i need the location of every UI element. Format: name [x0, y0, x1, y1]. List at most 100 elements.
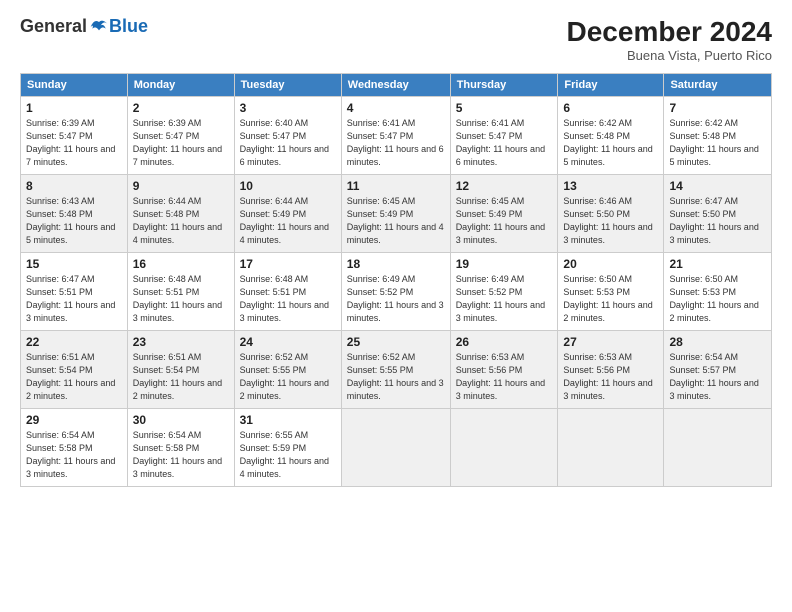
table-cell: 27 Sunrise: 6:53 AMSunset: 5:56 PMDaylig… — [558, 331, 664, 409]
table-cell: 21 Sunrise: 6:50 AMSunset: 5:53 PMDaylig… — [664, 253, 772, 331]
table-cell: 26 Sunrise: 6:53 AMSunset: 5:56 PMDaylig… — [450, 331, 558, 409]
day-number: 22 — [26, 335, 122, 349]
day-info: Sunrise: 6:40 AMSunset: 5:47 PMDaylight:… — [240, 118, 329, 167]
day-number: 19 — [456, 257, 553, 271]
day-info: Sunrise: 6:51 AMSunset: 5:54 PMDaylight:… — [133, 352, 222, 401]
day-number: 5 — [456, 101, 553, 115]
day-number: 7 — [669, 101, 766, 115]
day-info: Sunrise: 6:52 AMSunset: 5:55 PMDaylight:… — [240, 352, 329, 401]
col-sunday: Sunday — [21, 74, 128, 97]
table-cell: 11 Sunrise: 6:45 AMSunset: 5:49 PMDaylig… — [341, 175, 450, 253]
day-info: Sunrise: 6:41 AMSunset: 5:47 PMDaylight:… — [456, 118, 545, 167]
col-thursday: Thursday — [450, 74, 558, 97]
header: General Blue December 2024 Buena Vista, … — [20, 16, 772, 63]
day-number: 16 — [133, 257, 229, 271]
day-number: 26 — [456, 335, 553, 349]
table-row: 22 Sunrise: 6:51 AMSunset: 5:54 PMDaylig… — [21, 331, 772, 409]
month-title: December 2024 — [567, 16, 772, 48]
col-wednesday: Wednesday — [341, 74, 450, 97]
page: General Blue December 2024 Buena Vista, … — [0, 0, 792, 612]
location: Buena Vista, Puerto Rico — [567, 48, 772, 63]
day-number: 18 — [347, 257, 445, 271]
table-cell: 29 Sunrise: 6:54 AMSunset: 5:58 PMDaylig… — [21, 409, 128, 487]
calendar-table: Sunday Monday Tuesday Wednesday Thursday… — [20, 73, 772, 487]
table-row: 8 Sunrise: 6:43 AMSunset: 5:48 PMDayligh… — [21, 175, 772, 253]
table-cell: 9 Sunrise: 6:44 AMSunset: 5:48 PMDayligh… — [127, 175, 234, 253]
col-friday: Friday — [558, 74, 664, 97]
day-info: Sunrise: 6:45 AMSunset: 5:49 PMDaylight:… — [347, 196, 444, 245]
table-row: 29 Sunrise: 6:54 AMSunset: 5:58 PMDaylig… — [21, 409, 772, 487]
table-cell: 14 Sunrise: 6:47 AMSunset: 5:50 PMDaylig… — [664, 175, 772, 253]
day-number: 1 — [26, 101, 122, 115]
table-cell — [341, 409, 450, 487]
day-info: Sunrise: 6:47 AMSunset: 5:51 PMDaylight:… — [26, 274, 115, 323]
day-info: Sunrise: 6:42 AMSunset: 5:48 PMDaylight:… — [669, 118, 758, 167]
day-number: 15 — [26, 257, 122, 271]
col-saturday: Saturday — [664, 74, 772, 97]
day-number: 27 — [563, 335, 658, 349]
table-cell: 3 Sunrise: 6:40 AMSunset: 5:47 PMDayligh… — [234, 97, 341, 175]
day-number: 23 — [133, 335, 229, 349]
day-info: Sunrise: 6:50 AMSunset: 5:53 PMDaylight:… — [669, 274, 758, 323]
table-cell: 17 Sunrise: 6:48 AMSunset: 5:51 PMDaylig… — [234, 253, 341, 331]
table-cell: 22 Sunrise: 6:51 AMSunset: 5:54 PMDaylig… — [21, 331, 128, 409]
table-row: 15 Sunrise: 6:47 AMSunset: 5:51 PMDaylig… — [21, 253, 772, 331]
day-info: Sunrise: 6:55 AMSunset: 5:59 PMDaylight:… — [240, 430, 329, 479]
day-info: Sunrise: 6:51 AMSunset: 5:54 PMDaylight:… — [26, 352, 115, 401]
day-info: Sunrise: 6:46 AMSunset: 5:50 PMDaylight:… — [563, 196, 652, 245]
day-number: 12 — [456, 179, 553, 193]
day-info: Sunrise: 6:45 AMSunset: 5:49 PMDaylight:… — [456, 196, 545, 245]
day-number: 25 — [347, 335, 445, 349]
logo: General Blue — [20, 16, 148, 37]
logo-icon — [89, 17, 109, 37]
day-info: Sunrise: 6:49 AMSunset: 5:52 PMDaylight:… — [456, 274, 545, 323]
day-number: 9 — [133, 179, 229, 193]
title-block: December 2024 Buena Vista, Puerto Rico — [567, 16, 772, 63]
table-cell: 31 Sunrise: 6:55 AMSunset: 5:59 PMDaylig… — [234, 409, 341, 487]
day-number: 3 — [240, 101, 336, 115]
day-number: 21 — [669, 257, 766, 271]
day-info: Sunrise: 6:44 AMSunset: 5:48 PMDaylight:… — [133, 196, 222, 245]
calendar-header-row: Sunday Monday Tuesday Wednesday Thursday… — [21, 74, 772, 97]
day-info: Sunrise: 6:54 AMSunset: 5:58 PMDaylight:… — [133, 430, 222, 479]
table-row: 1 Sunrise: 6:39 AMSunset: 5:47 PMDayligh… — [21, 97, 772, 175]
day-info: Sunrise: 6:39 AMSunset: 5:47 PMDaylight:… — [133, 118, 222, 167]
logo-blue: Blue — [109, 16, 148, 37]
table-cell: 4 Sunrise: 6:41 AMSunset: 5:47 PMDayligh… — [341, 97, 450, 175]
table-cell: 30 Sunrise: 6:54 AMSunset: 5:58 PMDaylig… — [127, 409, 234, 487]
day-number: 8 — [26, 179, 122, 193]
table-cell: 15 Sunrise: 6:47 AMSunset: 5:51 PMDaylig… — [21, 253, 128, 331]
table-cell — [450, 409, 558, 487]
day-number: 24 — [240, 335, 336, 349]
table-cell: 12 Sunrise: 6:45 AMSunset: 5:49 PMDaylig… — [450, 175, 558, 253]
table-cell: 13 Sunrise: 6:46 AMSunset: 5:50 PMDaylig… — [558, 175, 664, 253]
day-number: 2 — [133, 101, 229, 115]
day-info: Sunrise: 6:48 AMSunset: 5:51 PMDaylight:… — [133, 274, 222, 323]
day-number: 28 — [669, 335, 766, 349]
day-info: Sunrise: 6:54 AMSunset: 5:57 PMDaylight:… — [669, 352, 758, 401]
table-cell: 19 Sunrise: 6:49 AMSunset: 5:52 PMDaylig… — [450, 253, 558, 331]
day-number: 20 — [563, 257, 658, 271]
day-number: 29 — [26, 413, 122, 427]
day-info: Sunrise: 6:43 AMSunset: 5:48 PMDaylight:… — [26, 196, 115, 245]
day-number: 13 — [563, 179, 658, 193]
table-cell: 10 Sunrise: 6:44 AMSunset: 5:49 PMDaylig… — [234, 175, 341, 253]
col-monday: Monday — [127, 74, 234, 97]
table-cell: 20 Sunrise: 6:50 AMSunset: 5:53 PMDaylig… — [558, 253, 664, 331]
day-number: 31 — [240, 413, 336, 427]
day-info: Sunrise: 6:49 AMSunset: 5:52 PMDaylight:… — [347, 274, 444, 323]
table-cell: 5 Sunrise: 6:41 AMSunset: 5:47 PMDayligh… — [450, 97, 558, 175]
logo-text: General Blue — [20, 16, 148, 37]
logo-general: General — [20, 16, 87, 37]
day-info: Sunrise: 6:53 AMSunset: 5:56 PMDaylight:… — [456, 352, 545, 401]
table-cell: 7 Sunrise: 6:42 AMSunset: 5:48 PMDayligh… — [664, 97, 772, 175]
day-info: Sunrise: 6:50 AMSunset: 5:53 PMDaylight:… — [563, 274, 652, 323]
table-cell: 1 Sunrise: 6:39 AMSunset: 5:47 PMDayligh… — [21, 97, 128, 175]
table-cell: 24 Sunrise: 6:52 AMSunset: 5:55 PMDaylig… — [234, 331, 341, 409]
day-info: Sunrise: 6:47 AMSunset: 5:50 PMDaylight:… — [669, 196, 758, 245]
day-info: Sunrise: 6:52 AMSunset: 5:55 PMDaylight:… — [347, 352, 444, 401]
day-number: 10 — [240, 179, 336, 193]
table-cell: 18 Sunrise: 6:49 AMSunset: 5:52 PMDaylig… — [341, 253, 450, 331]
day-number: 14 — [669, 179, 766, 193]
table-cell: 2 Sunrise: 6:39 AMSunset: 5:47 PMDayligh… — [127, 97, 234, 175]
